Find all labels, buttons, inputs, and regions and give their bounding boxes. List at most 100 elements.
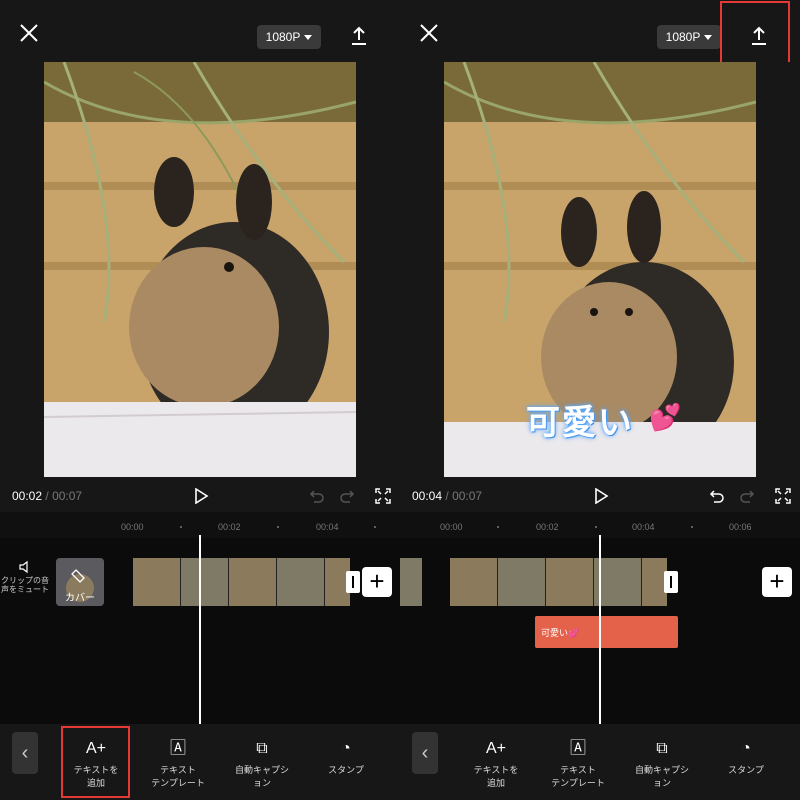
fullscreen-icon[interactable] bbox=[375, 488, 391, 504]
tool-label: 自動キャプシ bbox=[634, 765, 689, 775]
resolution-button[interactable]: 1080P bbox=[657, 25, 721, 49]
video-preview[interactable]: 可愛い 💕 bbox=[400, 62, 800, 480]
ruler-label: 00:04 bbox=[632, 522, 655, 532]
tool-label: テンプレート bbox=[151, 778, 205, 788]
text-add-icon: A+ bbox=[485, 740, 506, 757]
clip-frame bbox=[594, 558, 642, 606]
clip-frame bbox=[546, 558, 594, 606]
caption-overlay-text[interactable]: 可愛い bbox=[526, 395, 634, 444]
fullscreen-icon[interactable] bbox=[775, 488, 791, 504]
ruler-dot bbox=[497, 526, 499, 528]
ruler-dot bbox=[691, 526, 693, 528]
auto-caption-icon: ⧉ bbox=[256, 740, 268, 757]
tool-label: テキストを bbox=[73, 765, 119, 775]
time-separator: / bbox=[45, 489, 49, 503]
tool-label: 追加 bbox=[86, 778, 105, 788]
video-clip[interactable] bbox=[450, 558, 667, 606]
timecode: 00:04 / 00:07 bbox=[412, 489, 482, 503]
text-template-icon: 🄰 bbox=[169, 740, 186, 757]
redo-icon[interactable] bbox=[340, 488, 356, 504]
play-icon[interactable] bbox=[193, 488, 209, 504]
timecode: 00:02 / 00:07 bbox=[12, 489, 82, 503]
playback-controls: 00:02 / 00:07 bbox=[0, 480, 400, 512]
sticker-icon: ◔ bbox=[341, 740, 351, 757]
tool-auto-caption[interactable]: ⧉ 自動キャプシ ョン bbox=[622, 740, 702, 790]
text-template-icon: 🄰 bbox=[569, 740, 586, 757]
text-add-icon: A+ bbox=[85, 740, 106, 757]
clip-frame bbox=[229, 558, 277, 606]
playhead[interactable] bbox=[599, 535, 601, 725]
export-icon[interactable] bbox=[748, 25, 770, 47]
caret-down-icon bbox=[704, 34, 713, 40]
ruler-label: 00:00 bbox=[121, 522, 144, 532]
caret-down-icon bbox=[304, 34, 313, 40]
ruler-label: 00:06 bbox=[729, 522, 752, 532]
ruler-dot bbox=[595, 526, 597, 528]
tool-auto-caption[interactable]: ⧉ 自動キャプシ ョン bbox=[222, 740, 302, 790]
tool-text-template[interactable]: 🄰 テキストテンプレート bbox=[138, 740, 218, 790]
time-total: 00:07 bbox=[452, 489, 483, 503]
tool-add-text[interactable]: A+ テキストを 追加 bbox=[456, 740, 536, 790]
tool-text-template[interactable]: 🄰 テキスト テンプレート bbox=[538, 740, 618, 790]
playhead[interactable] bbox=[199, 535, 201, 725]
bottom-toolbar: ‹ A+ テキストを 追加 🄰 テキスト テンプレート ⧉ 自動キャプシ ョン ◔ スタンプ bbox=[0, 724, 400, 800]
clip-frame bbox=[181, 558, 229, 606]
tool-sticker[interactable]: ◔ スタンプ bbox=[306, 740, 386, 777]
top-bar: 1080P bbox=[400, 0, 800, 62]
ruler-label: 00:04 bbox=[316, 522, 339, 532]
playback-controls: 00:04 / 00:07 bbox=[400, 480, 800, 512]
trim-handle[interactable] bbox=[346, 571, 360, 593]
tool-sticker[interactable]: ◔ スタンプ bbox=[706, 740, 786, 777]
export-icon[interactable] bbox=[348, 25, 370, 47]
time-total: 00:07 bbox=[52, 489, 83, 503]
ruler-dot bbox=[180, 526, 182, 528]
add-clip-button[interactable]: + bbox=[762, 567, 792, 597]
resolution-label: 1080P bbox=[665, 30, 701, 44]
close-icon[interactable] bbox=[18, 22, 40, 44]
resolution-button[interactable]: 1080P bbox=[257, 25, 321, 49]
clip-frame bbox=[133, 558, 181, 606]
tool-label: テキスト bbox=[160, 765, 196, 775]
undo-icon[interactable] bbox=[708, 488, 724, 504]
tool-label: 自動キャプシ bbox=[234, 765, 289, 775]
time-current: 00:02 bbox=[12, 489, 43, 503]
mute-clip-audio-button[interactable]: クリップの音声をミュート bbox=[0, 560, 50, 610]
rabbit-photo: 可愛い 💕 bbox=[444, 62, 756, 477]
heart-sticker-icon[interactable]: 💕 bbox=[649, 402, 681, 433]
video-preview[interactable] bbox=[0, 62, 400, 480]
tool-label: ョン bbox=[652, 778, 671, 788]
speaker-icon bbox=[19, 560, 28, 574]
tool-label: テンプレート bbox=[551, 778, 605, 788]
clip-frame bbox=[450, 558, 498, 606]
redo-icon[interactable] bbox=[740, 488, 756, 504]
mute-label: クリップの音声をミュート bbox=[1, 576, 49, 594]
ruler-dot bbox=[277, 526, 279, 528]
time-separator: / bbox=[445, 489, 449, 503]
clip-frame bbox=[400, 558, 422, 606]
clip-frame bbox=[498, 558, 546, 606]
tool-add-text[interactable]: A+ テキストを追加 bbox=[56, 740, 136, 790]
close-icon[interactable] bbox=[418, 22, 440, 44]
video-clip[interactable] bbox=[133, 558, 350, 606]
cover-label: カバー bbox=[65, 593, 95, 604]
play-icon[interactable] bbox=[593, 488, 609, 504]
undo-icon[interactable] bbox=[308, 488, 324, 504]
auto-caption-icon: ⧉ bbox=[656, 740, 668, 757]
time-current: 00:04 bbox=[412, 489, 443, 503]
sticker-icon: ◔ bbox=[741, 740, 751, 757]
video-clip-prev[interactable] bbox=[400, 558, 422, 606]
add-clip-button[interactable]: + bbox=[362, 567, 392, 597]
tool-label: スタンプ bbox=[728, 765, 764, 775]
trim-handle[interactable] bbox=[664, 571, 678, 593]
back-button[interactable]: ‹ bbox=[12, 732, 38, 774]
cover-button[interactable]: カバー bbox=[56, 558, 104, 606]
back-button[interactable]: ‹ bbox=[412, 732, 438, 774]
ruler-dot bbox=[374, 526, 376, 528]
tool-label: テキストを bbox=[473, 765, 519, 775]
editor-panel-left: 1080P 00:02 / 00:07 00:00 00:02 00:04 クリ… bbox=[0, 0, 400, 800]
rabbit-photo bbox=[44, 62, 356, 477]
ruler-label: 00:00 bbox=[440, 522, 463, 532]
resolution-label: 1080P bbox=[265, 30, 301, 44]
text-clip[interactable]: 可愛い💕 bbox=[535, 616, 678, 648]
clip-frame bbox=[277, 558, 325, 606]
